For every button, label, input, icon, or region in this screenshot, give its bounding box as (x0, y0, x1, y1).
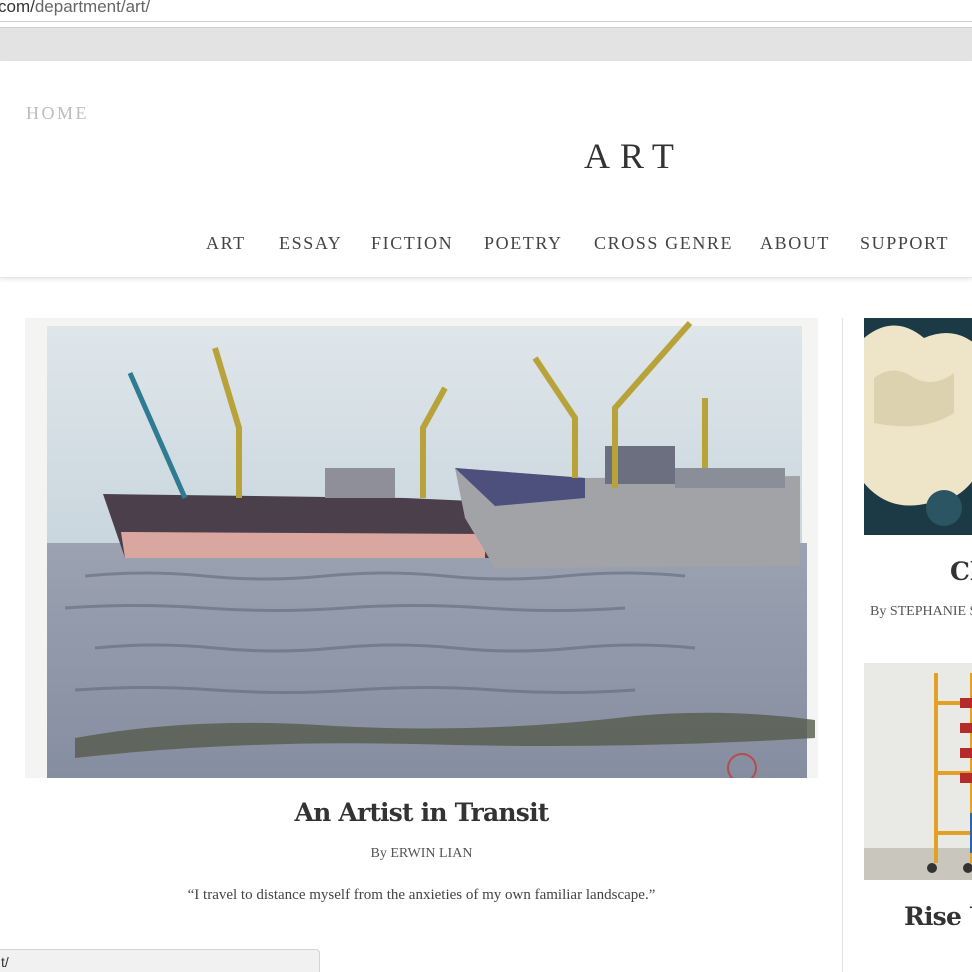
sidebar-image-1[interactable] (864, 318, 972, 535)
column-divider (842, 318, 843, 972)
feature-image[interactable] (25, 318, 818, 778)
nav-item-art[interactable]: ART (206, 233, 246, 254)
sidebar-byline-1: By STEPHANIE S (870, 604, 972, 619)
sidebar-title-1[interactable]: Cl (950, 557, 972, 586)
nav-item-poetry[interactable]: POETRY (484, 233, 563, 254)
bookmarks-bar (0, 27, 972, 61)
status-bar-url: t/ (0, 949, 320, 972)
cloud-artwork (864, 318, 972, 535)
site-header: HOME ART ART ESSAY FICTION POETRY CROSS … (0, 61, 972, 278)
sidebar-title-2[interactable]: Rise U (904, 902, 972, 931)
harbor-painting (25, 318, 818, 778)
page-title: ART (584, 136, 684, 176)
url-text[interactable]: com/department/art/ (0, 0, 150, 17)
nav-item-fiction[interactable]: FICTION (371, 233, 453, 254)
nav-item-essay[interactable]: ESSAY (279, 233, 342, 254)
url-domain-fragment: com/ (0, 0, 35, 16)
installation-artwork (864, 663, 972, 880)
nav-item-about[interactable]: ABOUT (760, 233, 830, 254)
home-link[interactable]: HOME (26, 103, 89, 124)
feature-byline: By ERWIN LIAN (370, 846, 473, 861)
feature-title[interactable]: An Artist in Transit (25, 798, 818, 827)
url-path: department/art/ (34, 0, 151, 16)
main-nav: ART ESSAY FICTION POETRY CROSS GENRE ABO… (0, 233, 972, 259)
nav-item-support[interactable]: SUPPORT (860, 233, 949, 254)
nav-item-cross-genre[interactable]: CROSS GENRE (594, 233, 733, 254)
sidebar-image-2[interactable] (864, 663, 972, 880)
feature-excerpt: “I travel to distance myself from the an… (187, 887, 656, 903)
address-bar[interactable]: com/department/art/ (0, 0, 972, 22)
